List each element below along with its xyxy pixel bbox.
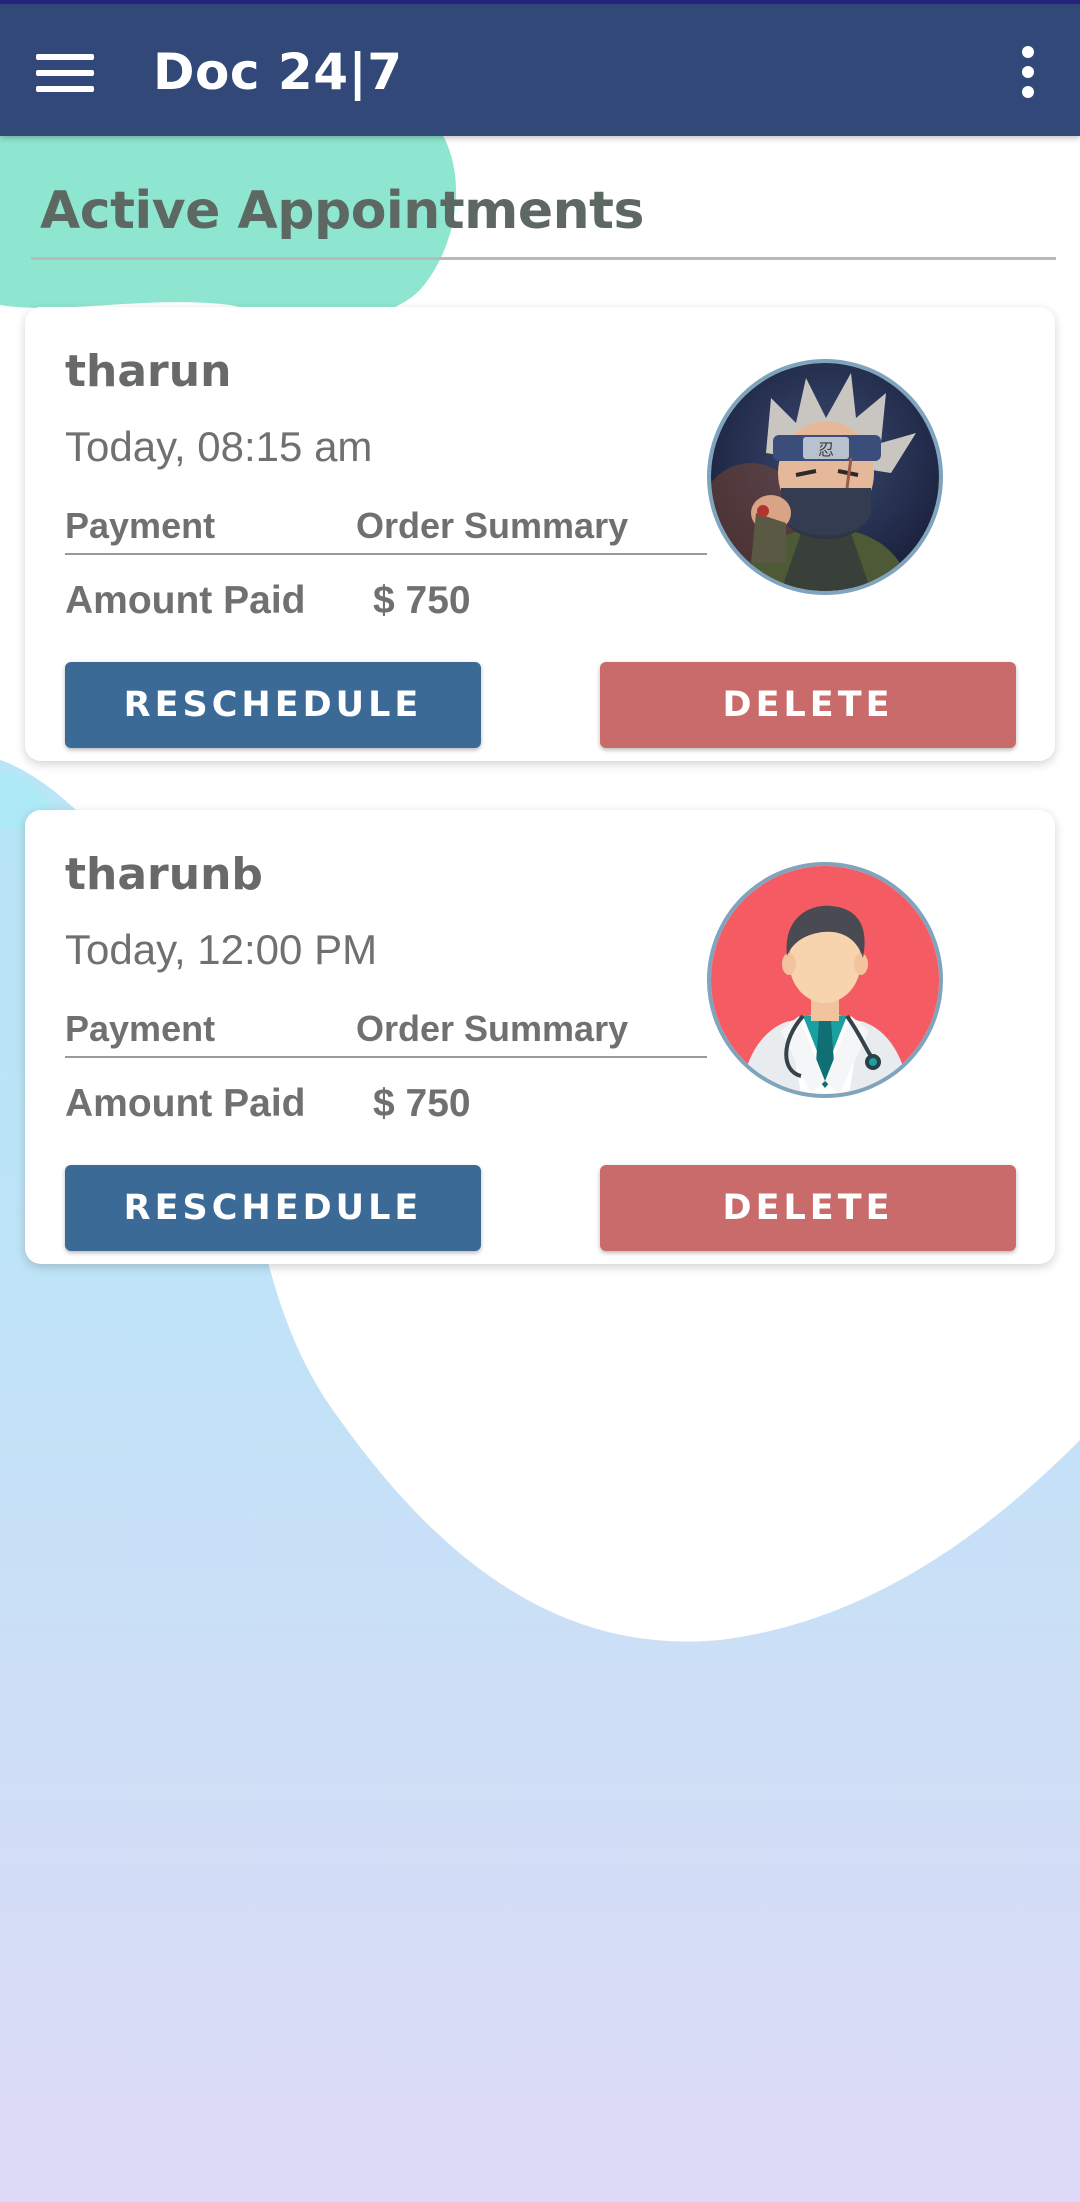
divider <box>65 553 707 555</box>
reschedule-button[interactable]: RESCHEDULE <box>65 662 481 748</box>
amount-paid-label: Amount Paid <box>65 1082 306 1125</box>
payment-label: Payment <box>65 1008 216 1049</box>
doctor-avatar-icon <box>707 862 943 1098</box>
appointment-time: Today, 12:00 PM <box>65 926 378 973</box>
appointment-card: tharun Today, 08:15 am Payment Order Sum… <box>25 307 1055 761</box>
delete-button[interactable]: DELETE <box>600 662 1016 748</box>
hamburger-menu-icon[interactable] <box>36 52 96 92</box>
anime-ninja-avatar-icon: 忍 <box>707 359 943 595</box>
patient-name: tharun <box>65 346 232 397</box>
amount-paid-value: $ 750 <box>373 1082 471 1125</box>
appointment-time: Today, 08:15 am <box>65 423 373 470</box>
order-summary-label[interactable]: Order Summary <box>356 1006 628 1052</box>
divider <box>65 1056 707 1058</box>
amount-paid-value: $ 750 <box>373 579 471 622</box>
page-title: Active Appointments <box>40 181 644 241</box>
amount-paid-label: Amount Paid <box>65 579 306 622</box>
app-title: Doc 24|7 <box>153 43 403 101</box>
delete-button[interactable]: DELETE <box>600 1165 1016 1251</box>
title-divider <box>31 257 1056 260</box>
order-summary-label[interactable]: Order Summary <box>356 503 628 549</box>
patient-name: tharunb <box>65 849 263 900</box>
reschedule-button[interactable]: RESCHEDULE <box>65 1165 481 1251</box>
payment-label: Payment <box>65 505 216 546</box>
svg-text:忍: 忍 <box>818 440 834 459</box>
overflow-menu-icon[interactable] <box>1016 44 1040 100</box>
app-bar: Doc 24|7 <box>0 0 1080 136</box>
appointment-card: tharunb Today, 12:00 PM Payment Order Su… <box>25 810 1055 1264</box>
